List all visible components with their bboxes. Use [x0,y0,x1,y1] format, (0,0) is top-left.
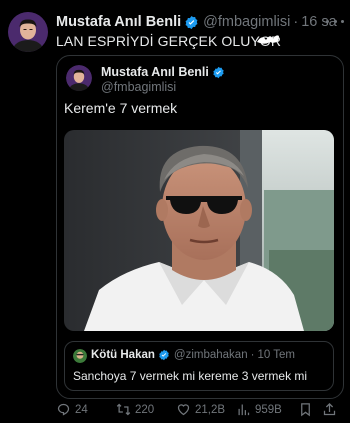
redaction-scribble-icon [257,35,279,44]
like-button[interactable]: 21,2B [176,402,225,417]
profile-avatar-icon [73,349,87,363]
views-button[interactable]: 959B [236,402,282,417]
verified-badge-icon [158,349,170,361]
author-handle[interactable]: @fmbagimlisi [203,14,290,30]
like-count: 21,2B [195,403,226,416]
quoted-tweet-text: Kerem'e 7 vermek [64,100,178,116]
bookmark-button[interactable] [298,402,317,417]
photo-man-sunglasses-icon [64,130,334,331]
quoted-author-name[interactable]: Mustafa Anıl Benli [101,65,209,79]
profile-avatar-icon [8,12,48,52]
nested-tweet-timestamp[interactable]: 10 Tem [257,349,295,361]
verified-badge-icon [212,66,225,79]
verified-badge-icon [184,15,199,30]
tweet-action-bar: 24 220 21,2B 959B [56,402,346,418]
nested-author-name[interactable]: Kötü Hakan [91,349,155,361]
retweet-button[interactable]: 220 [116,402,154,417]
tweet[interactable]: Mustafa Anıl Benli @fmbagimlisi · 16 sa … [0,0,350,423]
quoted-tweet-photo[interactable] [64,130,334,331]
nested-tweet-header: Kötü Hakan @zimbahakan · 10 Tem [91,349,295,361]
more-horizontal-icon[interactable] [326,14,344,28]
views-chart-icon [238,404,250,416]
reply-count: 24 [75,403,88,416]
reply-icon [57,403,70,416]
nested-tweet-text: Sanchoya 7 vermek mi kereme 3 vermek mi [73,369,308,383]
separator-dot: · [250,349,255,361]
nested-author-handle[interactable]: @zimbahakan [174,349,248,361]
reply-button[interactable]: 24 [56,402,88,417]
nested-author-avatar[interactable] [73,349,87,363]
author-name[interactable]: Mustafa Anıl Benli [56,14,181,30]
profile-avatar-icon [66,65,92,91]
quoted-author-avatar[interactable] [66,65,92,91]
author-avatar[interactable] [8,12,48,52]
views-count: 959B [255,403,282,416]
quoted-author-handle[interactable]: @fmbagimlisi [101,80,176,94]
share-icon [323,402,336,416]
share-button[interactable] [322,402,341,417]
bookmark-icon [301,403,310,417]
tweet-header: Mustafa Anıl Benli @fmbagimlisi · 16 sa [56,13,337,31]
heart-icon [177,404,190,416]
tweet-text: LAN ESPRİYDİ GERÇEK OLUYOR [56,33,282,49]
retweet-count: 220 [135,403,155,416]
quoted-tweet-header: Mustafa Anıl Benli [101,65,225,79]
separator-dot: · [293,14,299,30]
retweet-icon [116,403,131,416]
